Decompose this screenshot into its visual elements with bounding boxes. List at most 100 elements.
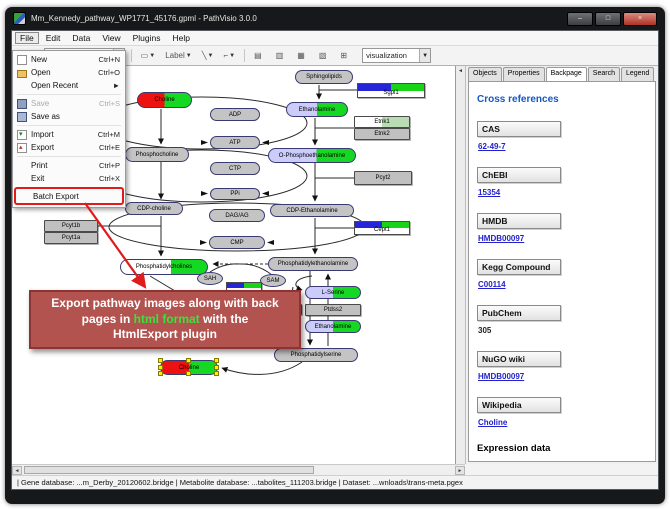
node-ethanolamine[interactable]: Ethanolamine: [286, 102, 348, 117]
node-cdp-choline[interactable]: CDP-choline: [125, 202, 183, 215]
menu-item-batch-export[interactable]: Batch Export: [14, 187, 124, 205]
maximize-button[interactable]: □: [595, 12, 621, 26]
menu-item-save[interactable]: SaveCtrl+S: [14, 97, 124, 110]
node-choline[interactable]: Choline: [137, 92, 192, 108]
node-ppi[interactable]: PPi: [210, 188, 260, 200]
xref-value-chebi[interactable]: 15354: [478, 188, 647, 197]
scroll-right-icon[interactable]: ►: [455, 466, 465, 475]
menubar-item-view[interactable]: View: [97, 32, 125, 44]
scroll-left-icon[interactable]: ◄: [12, 466, 22, 475]
tab-properties[interactable]: Properties: [503, 67, 545, 81]
node-cept1[interactable]: Cept1: [354, 221, 410, 235]
node-choline-selected[interactable]: Choline: [160, 360, 218, 375]
selection-handle[interactable]: [214, 358, 219, 363]
selection-handle[interactable]: [186, 358, 191, 363]
chevron-down-icon[interactable]: ▼: [229, 53, 235, 59]
node-etnk1[interactable]: Etnk1: [354, 116, 410, 128]
menu-item-export[interactable]: ExportCtrl+E: [14, 141, 124, 154]
node-ptdss2[interactable]: Ptdss2: [305, 304, 361, 316]
node-adp[interactable]: ADP: [210, 108, 260, 121]
scrollbar-thumb[interactable]: [24, 466, 314, 474]
node-phosphatidylethanolamine[interactable]: Phosphatidylethanolamine: [268, 257, 358, 271]
align-middle-button[interactable]: ▥: [273, 49, 287, 62]
stack-horizontal-button[interactable]: ▦: [294, 49, 308, 62]
node-pcyt1b[interactable]: Pcyt1b: [44, 220, 98, 232]
selection-handle[interactable]: [158, 371, 163, 376]
toolbar-separator: [244, 49, 245, 62]
node-atp[interactable]: ATP: [210, 136, 260, 149]
node-etnk2[interactable]: Etnk2: [354, 128, 410, 140]
menubar-item-edit[interactable]: Edit: [41, 32, 66, 44]
xref-value-hmdb[interactable]: HMDB00097: [478, 234, 647, 243]
chevron-down-icon[interactable]: ▼: [208, 53, 214, 59]
menu-item-open[interactable]: OpenCtrl+O: [14, 66, 124, 79]
node-l-serine[interactable]: L-Serine: [305, 286, 361, 299]
app-icon: [13, 12, 26, 25]
selection-handle[interactable]: [186, 371, 191, 376]
menu-item-new[interactable]: NewCtrl+N: [14, 53, 124, 66]
node-label: Ptdss2: [324, 307, 342, 313]
datanode-tool-dropdown[interactable]: ▭▼: [138, 49, 159, 62]
node-sphingolipids[interactable]: Sphingolipids: [295, 70, 353, 84]
line-tool-dropdown[interactable]: ╲▼: [199, 49, 217, 62]
visualization-combobox[interactable]: visualization ▼: [362, 48, 431, 63]
chevron-down-icon[interactable]: ▼: [186, 53, 192, 59]
node-o-phosphoethanolamine[interactable]: O-Phosphoethanolamine: [268, 148, 356, 163]
export-icon: [17, 143, 27, 153]
node-ctp[interactable]: CTP: [210, 162, 260, 175]
menu-item-save-as[interactable]: Save as: [14, 110, 124, 123]
node-cmp[interactable]: CMP: [209, 236, 265, 249]
selection-handle[interactable]: [158, 358, 163, 363]
menu-shortcut: Ctrl+S: [99, 99, 120, 108]
menu-item-open-recent[interactable]: Open Recent►: [14, 79, 124, 92]
node-phosphocholine[interactable]: Phosphocholine: [125, 147, 189, 162]
node-phosphatidylserine[interactable]: Phosphatidylserine: [274, 348, 358, 362]
tab-objects[interactable]: Objects: [468, 67, 502, 81]
xref-value-wikipedia[interactable]: Choline: [478, 418, 647, 427]
align-center-button[interactable]: ▤: [251, 49, 265, 62]
status-text: | Gene database: ...m_Derby_20120602.bri…: [17, 478, 463, 487]
menubar-item-data[interactable]: Data: [67, 32, 95, 44]
line-tool-icon: ╲: [202, 51, 207, 60]
node-sgpl1[interactable]: Sgpl1: [357, 83, 425, 98]
selection-handle[interactable]: [158, 365, 163, 370]
node-sam[interactable]: SAM: [260, 274, 286, 287]
menubar-item-plugins[interactable]: Plugins: [128, 32, 166, 44]
tab-legend[interactable]: Legend: [621, 67, 654, 81]
close-button[interactable]: ×: [623, 12, 657, 26]
import-icon: [17, 130, 27, 140]
node-pcyt1a[interactable]: Pcyt1a: [44, 232, 98, 244]
xref-value-kegg-compound[interactable]: C00114: [478, 280, 647, 289]
menu-item-print[interactable]: PrintCtrl+P: [14, 159, 124, 172]
menu-item-exit[interactable]: ExitCtrl+X: [14, 172, 124, 185]
node-ethanolamine-2[interactable]: Ethanolamine: [305, 320, 361, 333]
connector-tool-dropdown[interactable]: ⌐▼: [221, 49, 239, 62]
xref-value-cas[interactable]: 62-49-7: [478, 142, 647, 151]
xref-value-nugo-wiki[interactable]: HMDB00097: [478, 372, 647, 381]
menubar-item-file[interactable]: File: [15, 32, 39, 44]
node-dag-ag[interactable]: DAG/AG: [209, 209, 265, 222]
chevron-down-icon[interactable]: ▼: [149, 53, 155, 59]
horizontal-scrollbar[interactable]: ◄ ►: [12, 464, 465, 475]
chevron-down-icon[interactable]: ▼: [419, 49, 430, 62]
node-cdp-ethanolamine[interactable]: CDP-Ethanolamine: [270, 204, 354, 217]
menubar-item-help[interactable]: Help: [168, 32, 195, 44]
menu-shortcut: Ctrl+N: [99, 55, 120, 64]
panel-splitter[interactable]: ◄: [456, 66, 466, 464]
sidebar-tabs: ObjectsPropertiesBackpageSearchLegend: [468, 67, 656, 81]
stack-vertical-button[interactable]: ▧: [316, 49, 330, 62]
label-tool-dropdown[interactable]: Label▼: [162, 49, 195, 62]
menu-item-spacer: [17, 174, 27, 184]
node-sah[interactable]: SAH: [197, 272, 223, 285]
print-preview-button[interactable]: ⊞: [337, 49, 350, 62]
menu-item-import[interactable]: ImportCtrl+M: [14, 128, 124, 141]
selection-handle[interactable]: [214, 371, 219, 376]
tab-backpage[interactable]: Backpage: [546, 67, 587, 81]
selection-handle[interactable]: [214, 365, 219, 370]
tab-search[interactable]: Search: [588, 67, 620, 81]
minimize-button[interactable]: –: [567, 12, 593, 26]
node-pcyt2[interactable]: Pcyt2: [354, 171, 412, 185]
save-icon: [17, 99, 27, 109]
node-phosphatidylcholines[interactable]: Phosphatidylcholines: [120, 259, 208, 275]
titlebar[interactable]: Mm_Kennedy_pathway_WP1771_45176.gpml - P…: [5, 7, 665, 30]
